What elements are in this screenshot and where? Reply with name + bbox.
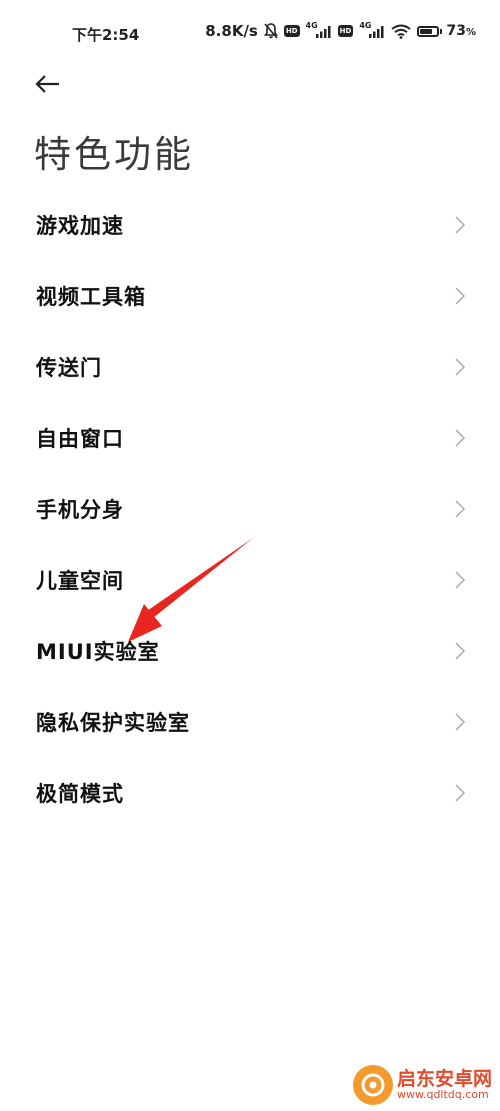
menu-item-label: MIUI实验室: [36, 639, 160, 664]
chevron-right-icon: [454, 499, 466, 519]
menu-item-video-toolbox[interactable]: 视频工具箱: [0, 260, 500, 331]
menu-item-kids-space[interactable]: 儿童空间: [0, 544, 500, 615]
menu-item-label: 儿童空间: [36, 568, 124, 593]
menu-item-minimal-mode[interactable]: 极简模式: [0, 757, 500, 828]
menu-item-label: 传送门: [36, 355, 102, 380]
watermark-url: www.qdltdq.com: [396, 1088, 489, 1102]
hd-icon: HD: [283, 25, 300, 37]
signal-icon: 4G: [306, 21, 332, 38]
menu-item-label: 极简模式: [36, 781, 124, 806]
chevron-right-icon: [454, 641, 466, 661]
back-arrow-icon: [35, 75, 59, 93]
menu-item-label: 游戏加速: [36, 213, 124, 238]
chevron-right-icon: [454, 286, 466, 306]
chevron-right-icon: [454, 783, 466, 803]
watermark: 启东安卓网 www.qdltdq.com: [352, 1065, 492, 1105]
hd-icon: HD: [337, 25, 354, 37]
menu-item-label: 自由窗口: [36, 426, 124, 451]
menu-item-miui-lab[interactable]: MIUI实验室: [0, 615, 500, 686]
chevron-right-icon: [454, 215, 466, 235]
menu-item-second-space[interactable]: 手机分身: [0, 473, 500, 544]
battery-icon: 73%: [417, 23, 476, 39]
menu-item-game-boost[interactable]: 游戏加速: [0, 189, 500, 260]
menu-item-free-window[interactable]: 自由窗口: [0, 402, 500, 473]
watermark-logo-icon: [352, 1065, 393, 1105]
wifi-icon: [391, 24, 412, 39]
chevron-right-icon: [454, 570, 466, 590]
battery-percent: 73%: [446, 23, 476, 39]
status-icons: 8.8K/s HD 4G HD 4G 73%: [205, 21, 476, 41]
menu-item-portal[interactable]: 传送门: [0, 331, 500, 402]
status-time: 下午2:54: [72, 26, 140, 44]
signal-icon: 4G: [359, 21, 385, 38]
menu-item-label: 视频工具箱: [36, 284, 146, 309]
chevron-right-icon: [454, 428, 466, 448]
status-bar: 下午2:54 8.8K/s HD 4G HD 4G 73%: [0, 0, 500, 70]
menu-item-label: 隐私保护实验室: [36, 710, 190, 735]
mute-bell-icon: [263, 23, 278, 39]
net-speed: 8.8K/s: [205, 22, 258, 40]
back-button[interactable]: [30, 66, 66, 102]
feature-menu-list: 游戏加速 视频工具箱 传送门 自由窗口 手机分身 儿童空间 MIUI实验室 隐私…: [0, 189, 500, 828]
watermark-name: 启东安卓网: [396, 1067, 492, 1090]
menu-item-privacy-lab[interactable]: 隐私保护实验室: [0, 686, 500, 757]
menu-item-label: 手机分身: [36, 497, 124, 522]
page-title: 特色功能: [34, 133, 194, 176]
chevron-right-icon: [454, 357, 466, 377]
chevron-right-icon: [454, 712, 466, 732]
